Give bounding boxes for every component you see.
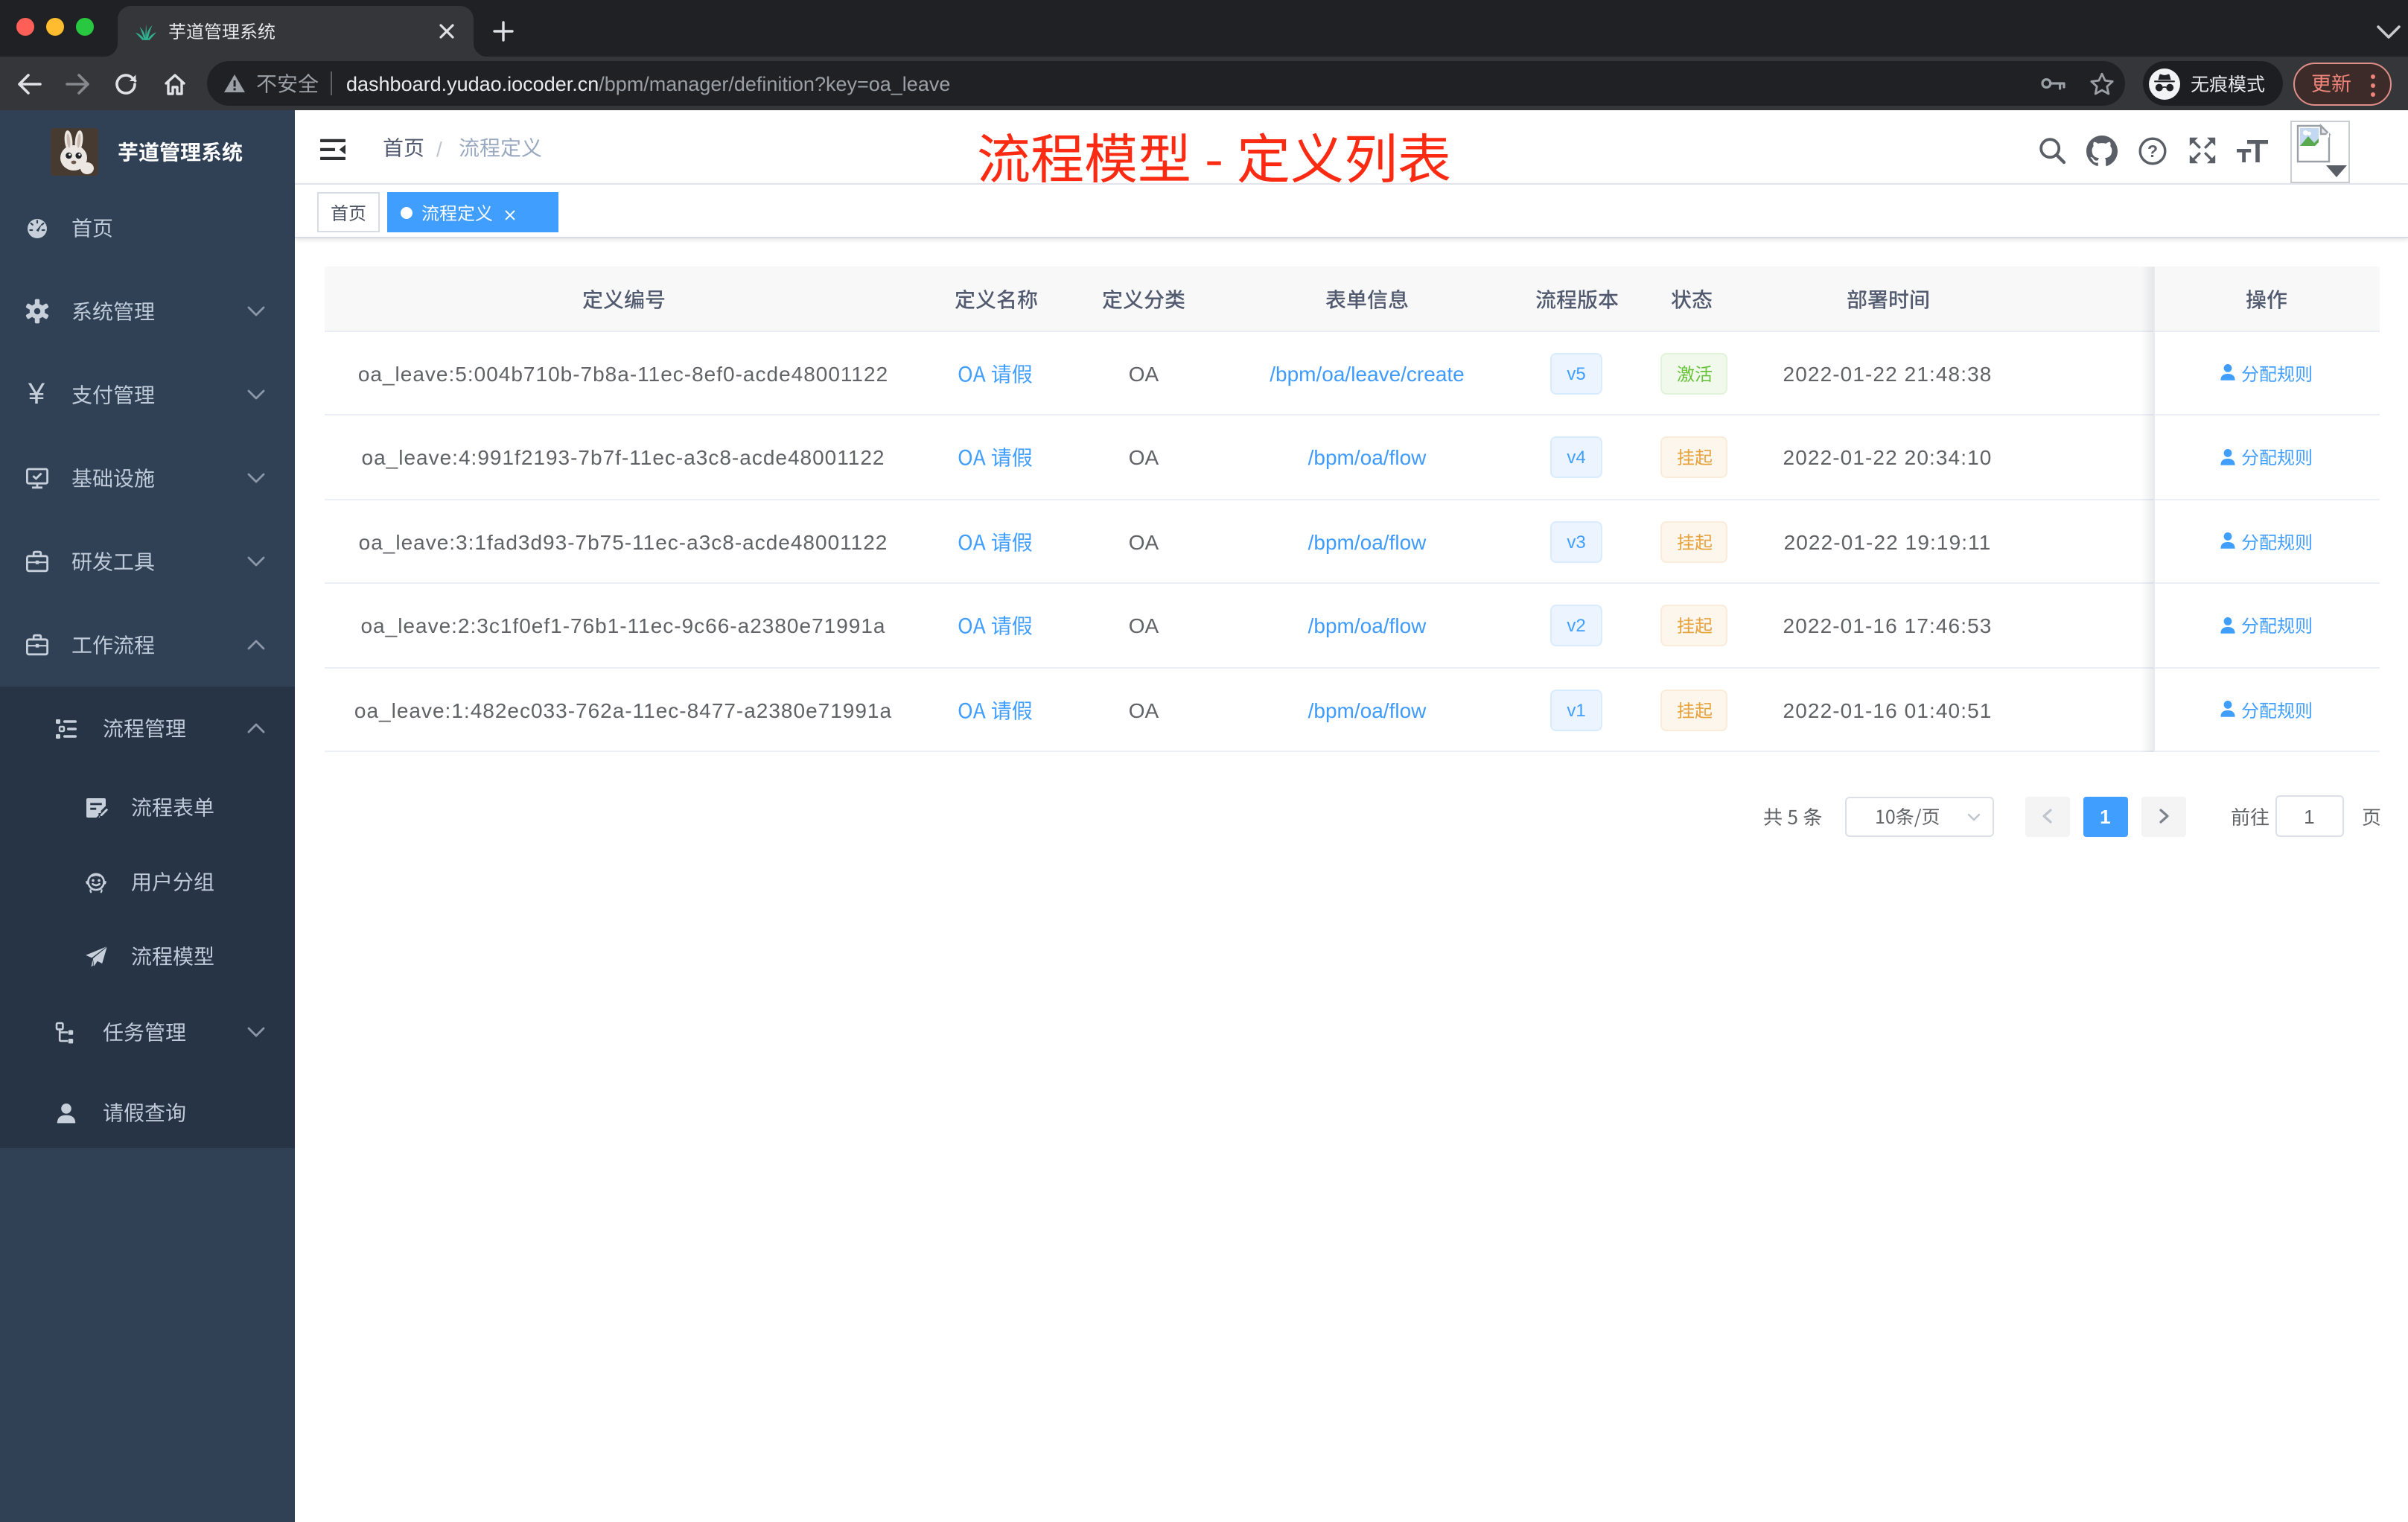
svg-text:?: ? [2147,141,2157,161]
